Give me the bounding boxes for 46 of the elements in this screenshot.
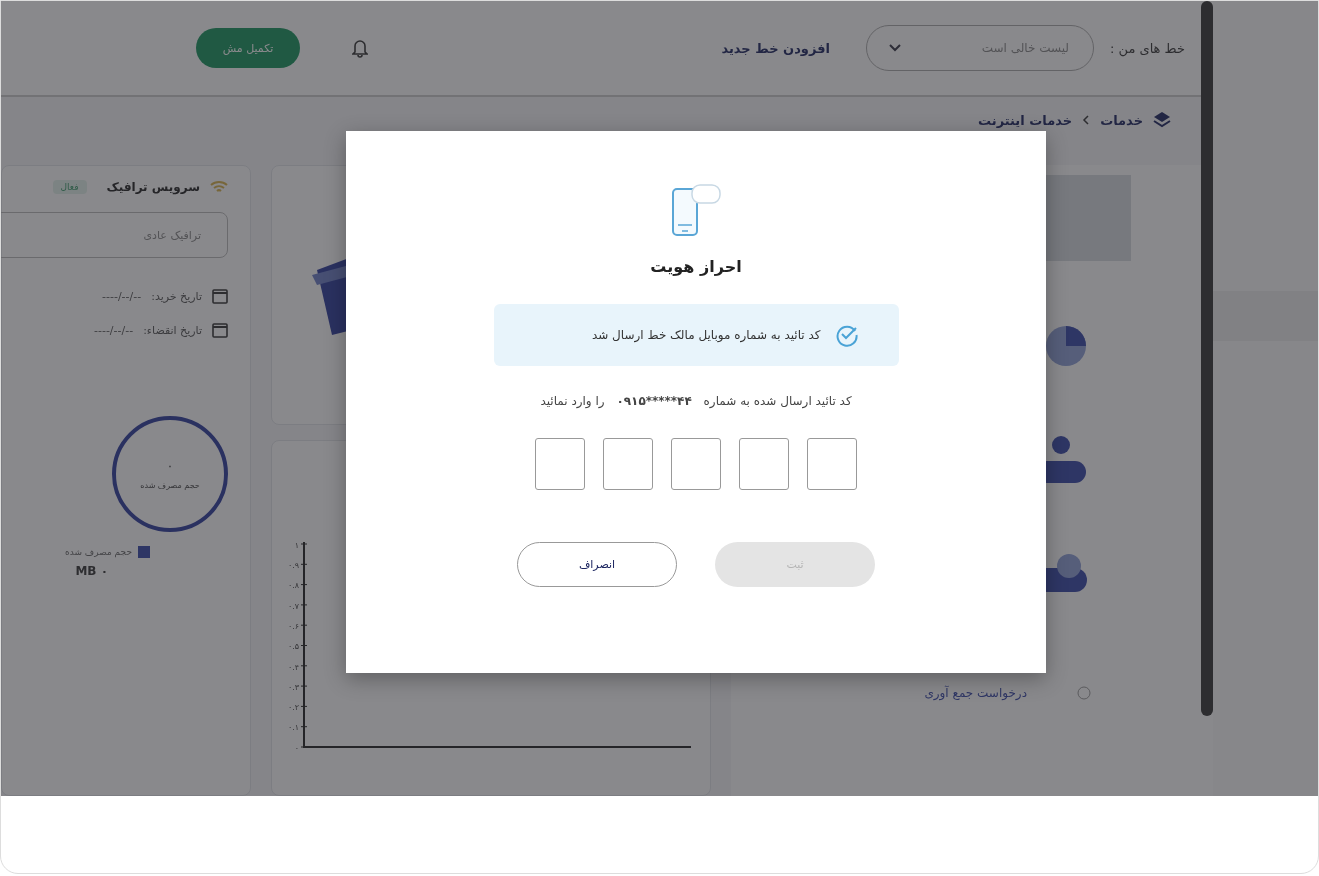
wifi-icon (210, 180, 228, 194)
date-label: تاریخ خرید: (151, 289, 202, 303)
check-circle-icon (834, 323, 859, 347)
layers-icon (1153, 111, 1171, 129)
usage-total: ۰ MB (74, 564, 108, 578)
complete-button[interactable]: تکمیل مش (196, 28, 300, 68)
calendar-icon (212, 322, 228, 338)
axis-tick-label: ۰.۷ (288, 602, 300, 613)
code-digit-field[interactable] (807, 438, 857, 490)
bell-icon[interactable] (352, 38, 368, 58)
breadcrumb-link[interactable]: خدمات (1100, 112, 1143, 128)
date-value: --/--/---- (102, 289, 142, 303)
axis-tick-label: ۰.۶ (288, 622, 300, 633)
service-title[interactable]: درخواست جمع آوری (924, 686, 1027, 700)
legend-swatch (138, 546, 150, 558)
gauge-value: ۰ (166, 458, 174, 473)
code-digit-field[interactable] (671, 438, 721, 490)
axis-tick-label: ۰.۱ (288, 724, 300, 735)
axis-tick-label: ۰.۴ (288, 663, 300, 674)
instruction-text: کد تائید ارسال شده به شماره ۰۹۱۵*****۴۴ را وارد نمائید (540, 394, 852, 408)
axis-tick-label: ۰.۹ (288, 562, 300, 573)
axis-tick-label: ۰.۸ (288, 582, 300, 593)
alert-text: کد تائید به شماره موبایل مالک خط ارسال شد (591, 328, 821, 342)
add-line-link[interactable]: افزودن خط جدید (721, 40, 830, 56)
axis-tick-label: ۱ (294, 541, 300, 552)
caret-icon (889, 44, 901, 52)
breadcrumb-current: خدمات اینترنت (978, 112, 1073, 128)
calendar-icon (212, 288, 228, 304)
dialog-title: احراز هویت (650, 257, 742, 276)
scrollbar[interactable] (1201, 1, 1213, 716)
date-label: تاریخ انقضاء: (143, 323, 202, 337)
gauge-label: حجم مصرف شده (140, 480, 200, 490)
status-badge: فعال (52, 180, 87, 194)
radio-icon (1077, 686, 1091, 700)
chevron-icon (1082, 115, 1091, 125)
axis-tick-label: ۰.۲ (288, 704, 300, 715)
code-digit-field[interactable] (535, 438, 585, 490)
axis-tick-label: ۰.۵ (288, 643, 300, 654)
dialog-button[interactable]: انصراف (517, 542, 677, 587)
date-value: --/--/---- (94, 323, 134, 337)
legend-label: حجم مصرف شده (65, 547, 132, 557)
card-title: سرویس ترافیک (106, 180, 200, 194)
lines-label: خط های من : (1110, 40, 1185, 56)
code-digit-field[interactable] (739, 438, 789, 490)
code-digit-field[interactable] (603, 438, 653, 490)
axis-tick-label: ۰.۳ (288, 683, 300, 694)
